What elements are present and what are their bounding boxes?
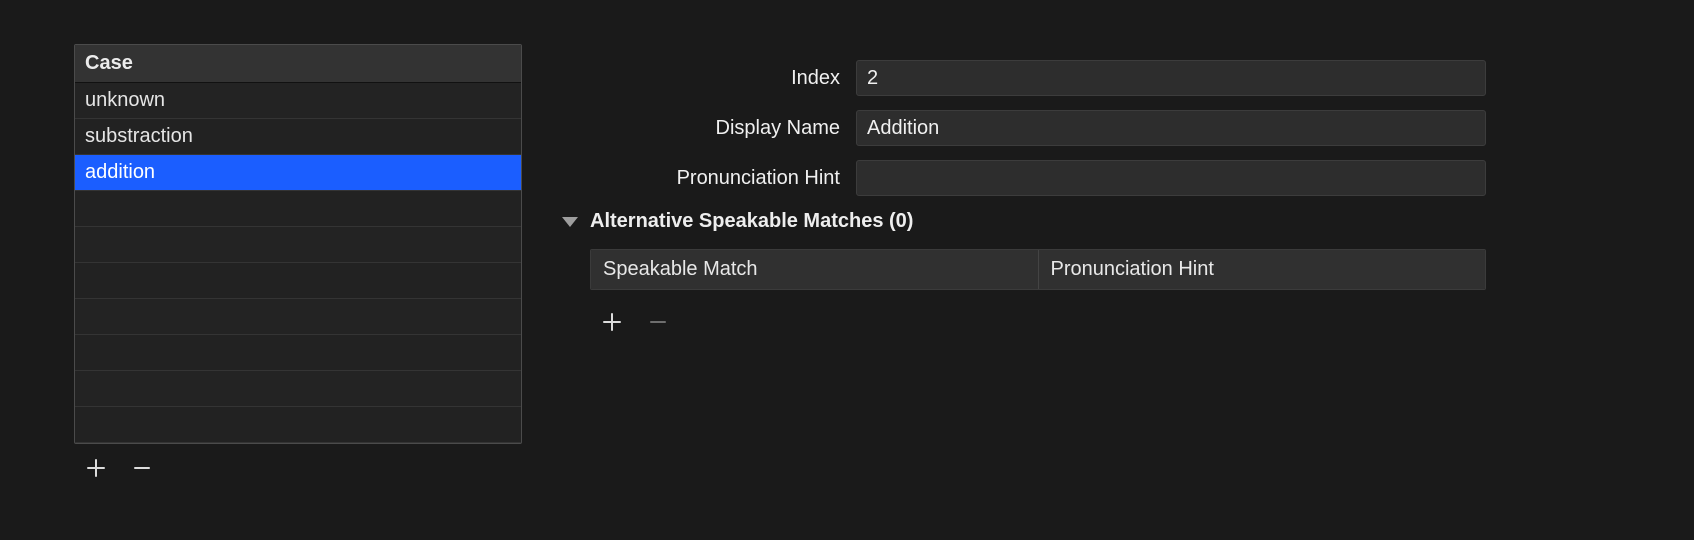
alt-add-button[interactable] [598, 308, 626, 336]
case-row-empty[interactable] [75, 227, 521, 263]
index-field-row: Index [556, 60, 1486, 96]
minus-icon [133, 459, 151, 477]
pronunciation-hint-field-row: Pronunciation Hint [556, 160, 1486, 196]
pronunciation-hint-label: Pronunciation Hint [556, 167, 856, 190]
plus-icon [603, 313, 621, 331]
alt-matches-footer [556, 290, 1486, 336]
details-panel: Index Display Name Pronunciation Hint Al… [556, 60, 1506, 336]
index-input[interactable] [856, 60, 1486, 96]
display-name-input[interactable] [856, 110, 1486, 146]
speakable-match-column[interactable]: Speakable Match [591, 250, 1039, 289]
editor-root: Case unknownsubstractionaddition Index D… [0, 0, 1694, 540]
case-row[interactable]: unknown [75, 83, 521, 119]
case-row-empty[interactable] [75, 371, 521, 407]
index-label: Index [556, 67, 856, 90]
case-row-empty[interactable] [75, 263, 521, 299]
case-table[interactable]: Case unknownsubstractionaddition [74, 44, 522, 444]
case-row-empty[interactable] [75, 191, 521, 227]
case-add-button[interactable] [82, 454, 110, 482]
minus-icon [649, 313, 667, 331]
case-row[interactable]: substraction [75, 119, 521, 155]
display-name-field-row: Display Name [556, 110, 1486, 146]
plus-icon [87, 459, 105, 477]
display-name-label: Display Name [556, 117, 856, 140]
pronunciation-hint-column[interactable]: Pronunciation Hint [1039, 250, 1486, 289]
alt-matches-table-header: Speakable Match Pronunciation Hint [591, 250, 1485, 289]
case-table-footer [74, 444, 522, 482]
case-table-header[interactable]: Case [75, 45, 521, 83]
pronunciation-hint-input[interactable] [856, 160, 1486, 196]
case-panel: Case unknownsubstractionaddition [74, 44, 522, 482]
disclosure-triangle-icon[interactable] [562, 217, 578, 227]
alt-matches-title: Alternative Speakable Matches (0) [590, 210, 913, 233]
alt-remove-button[interactable] [644, 308, 672, 336]
alt-matches-section-header[interactable]: Alternative Speakable Matches (0) [556, 210, 1486, 233]
case-row-empty[interactable] [75, 299, 521, 335]
case-remove-button[interactable] [128, 454, 156, 482]
case-row-empty[interactable] [75, 335, 521, 371]
alt-matches-table[interactable]: Speakable Match Pronunciation Hint [590, 249, 1486, 290]
case-row-empty[interactable] [75, 407, 521, 443]
case-rows-container: unknownsubstractionaddition [75, 83, 521, 443]
case-row[interactable]: addition [75, 155, 521, 191]
